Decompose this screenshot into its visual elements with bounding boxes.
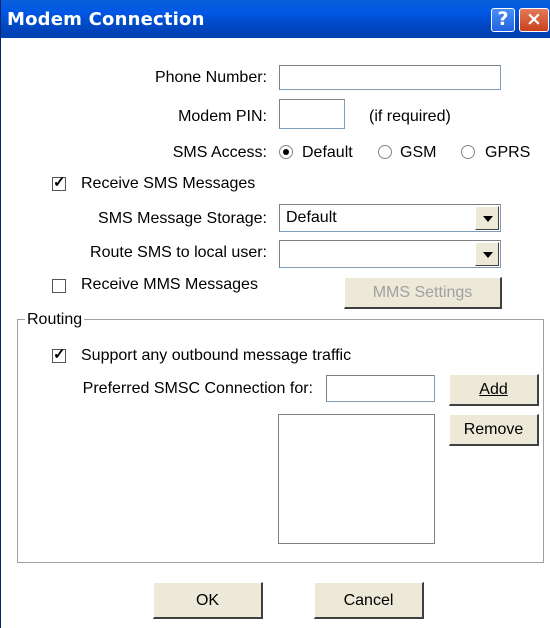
route-sms-select[interactable] — [279, 240, 501, 268]
preferred-smsc-input[interactable] — [326, 375, 435, 402]
mms-settings-button[interactable]: MMS Settings — [344, 277, 502, 309]
routing-group-title: Routing — [25, 311, 85, 329]
chevron-down-icon[interactable] — [475, 206, 499, 230]
close-icon[interactable]: × — [519, 8, 549, 32]
receive-mms-checkbox[interactable] — [52, 279, 66, 293]
chevron-down-icon[interactable] — [475, 242, 499, 266]
modem-pin-label: Modem PIN: — [178, 108, 267, 125]
add-button-label: Add — [479, 381, 508, 398]
checkmark-icon: ✓ — [53, 346, 66, 363]
title-bar[interactable]: Modem Connection ? × — [1, 0, 550, 38]
checkmark-icon: ✓ — [53, 174, 66, 191]
support-outbound-label[interactable]: Support any outbound message traffic — [81, 347, 351, 365]
sms-access-default-radio[interactable] — [279, 145, 293, 159]
window-title: Modem Connection — [7, 9, 205, 30]
remove-button-label: Remove — [463, 421, 524, 438]
ok-button-label: OK — [195, 592, 220, 609]
cancel-button-label: Cancel — [343, 592, 394, 609]
sms-access-default-label[interactable]: Default — [302, 144, 353, 162]
sms-storage-value: Default — [286, 209, 337, 226]
add-button[interactable]: Add — [449, 374, 539, 406]
smsc-connection-list[interactable] — [278, 414, 435, 544]
preferred-smsc-label: Preferred SMSC Connection for: — [82, 380, 313, 397]
sms-access-gprs-label[interactable]: GPRS — [485, 144, 530, 162]
sms-access-label: SMS Access: — [172, 144, 267, 161]
remove-button[interactable]: Remove — [449, 414, 539, 446]
phone-number-input[interactable] — [279, 65, 501, 90]
modem-connection-dialog: Modem Connection ? × Phone Number: Modem… — [0, 0, 550, 628]
sms-access-gprs-radio[interactable] — [461, 145, 475, 159]
sms-access-gsm-label[interactable]: GSM — [400, 144, 436, 162]
ok-button[interactable]: OK — [153, 582, 263, 619]
phone-number-label: Phone Number: — [154, 69, 267, 86]
receive-mms-label[interactable]: Receive MMS Messages — [81, 276, 258, 294]
receive-sms-label[interactable]: Receive SMS Messages — [81, 175, 255, 193]
mms-settings-label: MMS Settings — [372, 284, 473, 301]
cancel-button[interactable]: Cancel — [314, 582, 424, 619]
help-icon[interactable]: ? — [491, 8, 515, 32]
route-sms-label: Route SMS to local user: — [90, 244, 267, 261]
modem-pin-hint: (if required) — [369, 108, 451, 125]
modem-pin-input[interactable] — [279, 99, 345, 129]
sms-access-gsm-radio[interactable] — [378, 145, 392, 159]
sms-storage-select[interactable]: Default — [279, 204, 501, 232]
sms-storage-label: SMS Message Storage: — [98, 210, 267, 227]
support-outbound-checkbox[interactable]: ✓ — [52, 346, 66, 363]
receive-sms-checkbox[interactable]: ✓ — [52, 174, 66, 191]
